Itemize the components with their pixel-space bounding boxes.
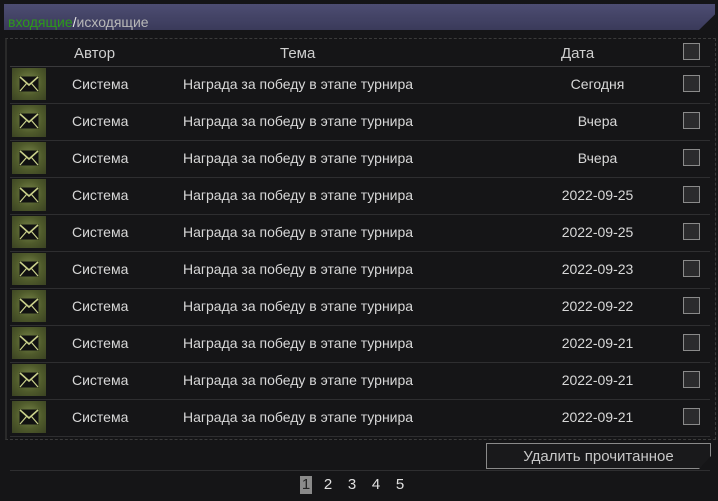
message-date: 2022-09-25 xyxy=(561,187,634,203)
page-3[interactable]: 3 xyxy=(345,476,359,494)
message-date: Вчера xyxy=(577,150,618,166)
message-author: Система xyxy=(72,409,129,425)
message-date: 2022-09-25 xyxy=(561,224,634,240)
message-author: Система xyxy=(72,150,129,166)
message-date: 2022-09-23 xyxy=(561,261,634,277)
page-5[interactable]: 5 xyxy=(393,476,407,494)
message-checkbox[interactable] xyxy=(683,371,700,388)
message-checkbox[interactable] xyxy=(683,223,700,240)
tab-incoming[interactable]: входящие xyxy=(8,14,73,30)
page-4[interactable]: 4 xyxy=(369,476,383,494)
message-subject[interactable]: Награда за победу в этапе турнира xyxy=(183,187,413,203)
message-checkbox[interactable] xyxy=(683,186,700,203)
message-subject[interactable]: Награда за победу в этапе турнира xyxy=(183,150,413,166)
message-checkbox[interactable] xyxy=(683,334,700,351)
column-author[interactable]: Автор xyxy=(74,45,115,62)
message-checkbox[interactable] xyxy=(683,297,700,314)
message-checkbox[interactable] xyxy=(683,75,700,92)
message-author: Система xyxy=(72,298,129,314)
message-subject[interactable]: Награда за победу в этапе турнира xyxy=(183,224,413,240)
mail-window: входящие/исходящие Автор Тема Дата Систе… xyxy=(0,0,718,501)
envelope-icon[interactable] xyxy=(12,216,46,248)
message-author: Система xyxy=(72,372,129,388)
column-subject[interactable]: Тема xyxy=(280,45,315,62)
message-author: Система xyxy=(72,261,129,277)
message-author: Система xyxy=(72,335,129,351)
envelope-icon[interactable] xyxy=(12,364,46,396)
page-2[interactable]: 2 xyxy=(321,476,335,494)
message-row[interactable]: Система Награда за победу в этапе турнира… xyxy=(10,103,710,141)
message-date: Вчера xyxy=(577,113,618,129)
message-subject[interactable]: Награда за победу в этапе турнира xyxy=(183,409,413,425)
envelope-icon[interactable] xyxy=(12,142,46,174)
envelope-icon[interactable] xyxy=(12,105,46,137)
message-row[interactable]: Система Награда за победу в этапе турнира… xyxy=(10,288,710,326)
message-subject[interactable]: Награда за победу в этапе турнира xyxy=(183,113,413,129)
envelope-icon[interactable] xyxy=(12,401,46,433)
page-1[interactable]: 1 xyxy=(300,476,312,494)
message-subject[interactable]: Награда за победу в этапе турнира xyxy=(183,372,413,388)
tab-outgoing[interactable]: исходящие xyxy=(77,14,149,30)
table-header: Автор Тема Дата xyxy=(10,40,710,67)
select-all-checkbox[interactable] xyxy=(683,43,700,60)
message-checkbox[interactable] xyxy=(683,149,700,166)
message-checkbox[interactable] xyxy=(683,112,700,129)
message-row[interactable]: Система Награда за победу в этапе турнира… xyxy=(10,362,710,400)
message-subject[interactable]: Награда за победу в этапе турнира xyxy=(183,76,413,92)
message-row[interactable]: Система Награда за победу в этапе турнира… xyxy=(10,325,710,363)
envelope-icon[interactable] xyxy=(12,327,46,359)
message-date: 2022-09-21 xyxy=(561,335,634,351)
message-row[interactable]: Система Награда за победу в этапе турнира… xyxy=(10,214,710,252)
envelope-icon[interactable] xyxy=(12,179,46,211)
message-author: Система xyxy=(72,76,129,92)
message-date: 2022-09-21 xyxy=(561,372,634,388)
divider xyxy=(10,470,710,471)
message-author: Система xyxy=(72,224,129,240)
message-date: Сегодня xyxy=(570,76,625,92)
delete-read-button[interactable]: Удалить прочитанное xyxy=(486,443,711,469)
message-row[interactable]: Система Награда за победу в этапе турнира… xyxy=(10,251,710,289)
message-row[interactable]: Система Награда за победу в этапе турнира… xyxy=(10,140,710,178)
message-checkbox[interactable] xyxy=(683,408,700,425)
message-row[interactable]: Система Награда за победу в этапе турнира… xyxy=(10,66,710,104)
message-row[interactable]: Система Награда за победу в этапе турнира… xyxy=(10,177,710,215)
message-subject[interactable]: Награда за победу в этапе турнира xyxy=(183,298,413,314)
message-subject[interactable]: Награда за победу в этапе турнира xyxy=(183,335,413,351)
column-date[interactable]: Дата xyxy=(561,45,594,62)
envelope-icon[interactable] xyxy=(12,290,46,322)
message-checkbox[interactable] xyxy=(683,260,700,277)
message-date: 2022-09-22 xyxy=(561,298,634,314)
message-row[interactable]: Система Награда за победу в этапе турнира… xyxy=(10,399,710,437)
message-date: 2022-09-21 xyxy=(561,409,634,425)
mailbox-tabs: входящие/исходящие xyxy=(8,14,149,30)
envelope-icon[interactable] xyxy=(12,253,46,285)
message-author: Система xyxy=(72,187,129,203)
message-author: Система xyxy=(72,113,129,129)
envelope-icon[interactable] xyxy=(12,68,46,100)
message-subject[interactable]: Награда за победу в этапе турнира xyxy=(183,261,413,277)
